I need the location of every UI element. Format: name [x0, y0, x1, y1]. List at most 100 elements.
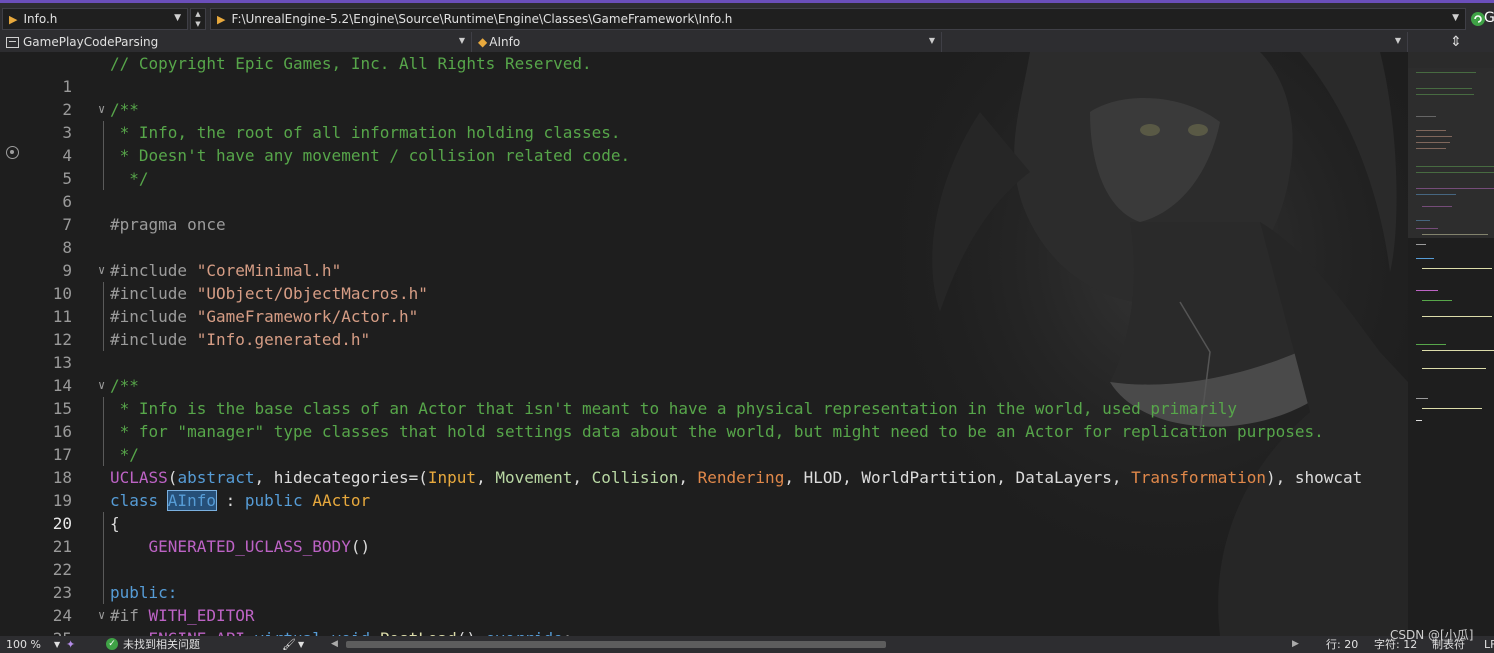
navigation-bar: GamePlayCodeParsing ▼ ◆ AInfo ▼ ▼ ⇕ [0, 32, 1494, 52]
project-icon [6, 36, 19, 48]
line-text: GENERATED_UCLASS_BODY() [148, 537, 371, 556]
code-line: 9 [0, 236, 1408, 280]
chevron-down-icon: ▼ [458, 36, 465, 45]
code-line: 21 { [0, 512, 1408, 556]
selected-symbol[interactable]: AInfo [166, 490, 217, 511]
line-text: * Doesn't have any movement / collision … [110, 146, 631, 165]
brush-icon[interactable]: 🖌 [282, 636, 296, 653]
line-text: ENGINE_API virtual void PostLoad() overr… [110, 627, 573, 636]
scroll-right-icon[interactable]: ▶ [1292, 636, 1299, 653]
status-bar: 100 % ▼ ✦ ✓ 未找到相关问题 🖌 ▼ ◀ ▶ 行: 20 字符: 12… [0, 636, 1494, 653]
scroll-left-icon[interactable]: ◀ [331, 636, 338, 653]
scope-name: AInfo [489, 35, 521, 49]
fold-guide [103, 121, 104, 144]
code-line: 12 #include "GameFramework/Actor.h" [0, 305, 1408, 349]
code-line: 26 ENGINE_API virtual void PostLoad() ov… [0, 627, 1408, 636]
member-dropdown[interactable]: ▼ [942, 32, 1408, 52]
code-line: 17 * for "manager" type classes that hol… [0, 420, 1408, 464]
code-line: 25 ∨ #if WITH_EDITOR [0, 604, 1408, 636]
line-indicator[interactable]: 行: 20 [1326, 636, 1358, 653]
line-ending[interactable]: LF [1484, 636, 1494, 653]
code-line: 23 [0, 558, 1408, 602]
line-text: UCLASS(abstract, hidecategories=(Input, … [110, 468, 1363, 487]
code-editor[interactable]: 1 // Copyright Epic Games, Inc. All Righ… [0, 52, 1408, 636]
code-line: 16 * Info is the base class of an Actor … [0, 397, 1408, 441]
line-text: * Info, the root of all information hold… [110, 123, 621, 142]
line-text: */ [110, 169, 149, 188]
scope-dropdown[interactable]: ◆ AInfo ▼ [472, 32, 942, 52]
fold-chevron-icon[interactable]: ∨ [98, 374, 108, 397]
file-path: F:\UnrealEngine-5.2\Engine\Source\Runtim… [231, 12, 733, 26]
code-line: 10 ∨ #include "CoreMinimal.h" [0, 259, 1408, 303]
file-bar: ▶ Info.h ▼ ▲ ▼ ▶ F:\UnrealEngine-5.2\Engi… [0, 0, 1494, 32]
fold-chevron-icon[interactable]: ∨ [98, 98, 108, 121]
code-line: 8 #pragma once [0, 213, 1408, 257]
split-icon[interactable]: ⇕ [1448, 32, 1464, 52]
fold-chevron-icon[interactable]: ∨ [98, 259, 108, 282]
file-spinner[interactable]: ▲ ▼ [190, 8, 206, 30]
code-line: 11 #include "UObject/ObjectMacros.h" [0, 282, 1408, 326]
chevron-down-icon[interactable]: ▼ [298, 636, 304, 653]
code-line: 24 public: [0, 581, 1408, 625]
file-selector[interactable]: ▶ Info.h ▼ [2, 8, 188, 30]
fold-chevron-icon[interactable]: ∨ [98, 604, 108, 627]
horizontal-scrollbar[interactable] [340, 641, 1295, 648]
fold-guide [103, 581, 104, 604]
chevron-down-icon: ▼ [1394, 36, 1401, 45]
code-line: 3 ∨ /** [0, 98, 1408, 142]
line-text: * for "manager" type classes that hold s… [110, 422, 1324, 441]
line-text: #if WITH_EDITOR [110, 606, 255, 625]
chevron-down-icon: ▼ [1452, 13, 1459, 23]
code-line: 5 * Doesn't have any movement / collisio… [0, 144, 1408, 188]
line-text: * Info is the base class of an Actor tha… [110, 399, 1238, 418]
fold-guide [103, 328, 104, 351]
code-line: 18 */ [0, 443, 1408, 487]
minimap-viewport[interactable] [1408, 68, 1494, 238]
line-text: /** [110, 376, 139, 395]
file-name: Info.h [23, 12, 58, 26]
fold-guide [103, 167, 104, 190]
checkmark-circle-icon: ✓ [106, 638, 118, 650]
git-label: G [1484, 10, 1494, 26]
arrow-right-icon: ▶ [217, 12, 226, 26]
code-line: 22 GENERATED_UCLASS_BODY() [0, 535, 1408, 579]
fold-guide [103, 535, 104, 558]
code-line: 4 * Info, the root of all information ho… [0, 121, 1408, 165]
git-button[interactable]: G [1470, 9, 1494, 29]
line-text: #include "GameFramework/Actor.h" [110, 307, 419, 326]
line-text: class AInfo : public AActor [110, 490, 371, 511]
fold-guide [103, 558, 104, 581]
code-line: 14 [0, 351, 1408, 395]
line-text: /** [110, 100, 139, 119]
code-line: 19 UCLASS(abstract, hidecategories=(Inpu… [0, 466, 1408, 510]
code-line: 13 #include "Info.generated.h" [0, 328, 1408, 372]
copilot-icon[interactable]: ✦ [66, 636, 75, 653]
code-line: 2 [0, 75, 1408, 119]
zoom-level[interactable]: 100 % [6, 636, 41, 653]
line-text: // Copyright Epic Games, Inc. All Rights… [110, 54, 592, 73]
chevron-down-icon: ▼ [174, 13, 181, 23]
line-text: { [110, 514, 120, 533]
arrow-right-icon: ▶ [9, 12, 18, 26]
path-selector[interactable]: ▶ F:\UnrealEngine-5.2\Engine\Source\Runt… [210, 8, 1466, 30]
project-name: GamePlayCodeParsing [23, 35, 159, 49]
code-line: 1 // Copyright Epic Games, Inc. All Righ… [0, 52, 1408, 96]
code-line: 20 class AInfo : public AActor [0, 489, 1408, 533]
issues-status[interactable]: 未找到相关问题 [123, 636, 200, 653]
line-text: #include "CoreMinimal.h" [110, 261, 342, 280]
fold-guide [103, 282, 104, 305]
line-text: #include "Info.generated.h" [110, 330, 371, 349]
watermark: CSDN @[小瓜] [1390, 628, 1474, 642]
fold-guide [103, 443, 104, 466]
chevron-down-icon[interactable]: ▼ [54, 636, 60, 653]
line-text: #pragma once [110, 215, 226, 234]
project-dropdown[interactable]: GamePlayCodeParsing ▼ [0, 32, 472, 52]
line-text: public: [110, 583, 178, 602]
class-icon: ◆ [478, 35, 488, 49]
fold-guide [103, 420, 104, 443]
fold-guide [103, 512, 104, 535]
fold-guide [103, 397, 104, 420]
fold-guide [103, 305, 104, 328]
scrollbar-thumb[interactable] [346, 641, 886, 648]
line-text: #include "UObject/ObjectMacros.h" [110, 284, 428, 303]
